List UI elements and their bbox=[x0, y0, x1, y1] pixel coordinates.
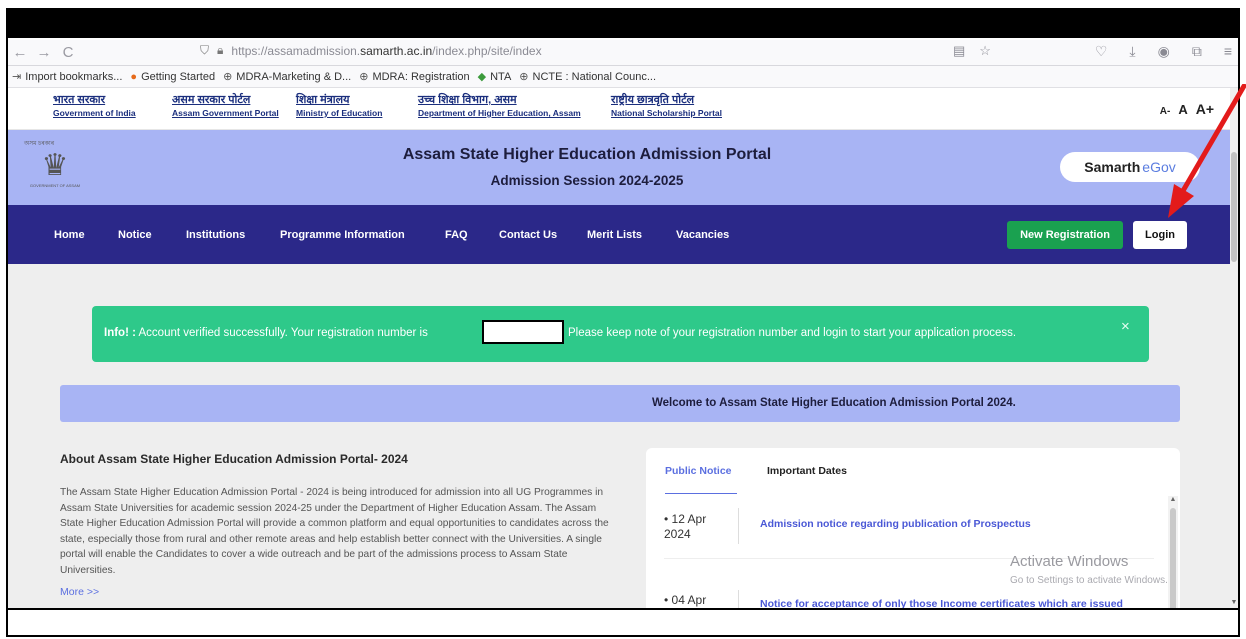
welcome-banner: Welcome to Assam State Higher Education … bbox=[60, 385, 1180, 422]
extensions-icon[interactable]: ⧉ bbox=[1192, 43, 1202, 60]
main-content: Info! : Account verified successfully. Y… bbox=[8, 264, 1230, 622]
main-nav: Home Notice Institutions Programme Infor… bbox=[8, 205, 1230, 264]
scroll-down-icon[interactable]: ▼ bbox=[1230, 599, 1238, 606]
notice-card: Public Notice Important Dates • 12 Apr 2… bbox=[646, 448, 1180, 622]
bookmark-mdra-registration[interactable]: ⊕ MDRA: Registration bbox=[359, 70, 469, 84]
url-prefix: https://assamadmission. bbox=[231, 43, 361, 58]
alert-message: Account verified successfully. Your regi… bbox=[138, 327, 428, 339]
notice-scrollbar[interactable]: ▲ bbox=[1168, 496, 1178, 618]
activate-windows-subtext: Go to Settings to activate Windows. bbox=[1010, 575, 1168, 586]
tab-public-notice[interactable]: Public Notice bbox=[665, 465, 732, 477]
nav-programme-information[interactable]: Programme Information bbox=[280, 229, 405, 241]
success-alert: Info! : Account verified successfully. Y… bbox=[92, 306, 1149, 362]
alert-message-continued: Please keep note of your registration nu… bbox=[568, 327, 1017, 339]
page-title: Assam State Higher Education Admission P… bbox=[402, 146, 772, 163]
redaction-bar-top bbox=[6, 8, 1240, 38]
nav-faq[interactable]: FAQ bbox=[445, 229, 468, 241]
firefox-icon: ● bbox=[130, 70, 138, 83]
nav-contact-us[interactable]: Contact Us bbox=[499, 229, 557, 241]
shield-icon: ⛉ bbox=[200, 43, 210, 57]
url-path: /index.php/site/index bbox=[432, 43, 542, 58]
tab-important-dates[interactable]: Important Dates bbox=[767, 465, 847, 477]
menu-icon[interactable]: ≡ bbox=[1224, 43, 1232, 60]
redaction-box-bottom bbox=[6, 608, 1240, 637]
admission-session: Admission Session 2024-2025 bbox=[490, 173, 684, 188]
notice-link[interactable]: Admission notice regarding publication o… bbox=[760, 518, 1031, 530]
nav-institutions[interactable]: Institutions bbox=[186, 229, 245, 241]
nav-home[interactable]: Home bbox=[54, 229, 85, 241]
address-bar[interactable]: ⛉ 🔒︎ https://assamadmission. samarth.ac.i… bbox=[200, 43, 542, 58]
back-icon[interactable]: ← bbox=[8, 44, 32, 61]
gov-link-assam[interactable]: असम सरकार पोर्टल Assam Government Portal bbox=[172, 94, 279, 120]
reader-view-icon[interactable]: ▤ bbox=[953, 43, 965, 59]
activate-windows-watermark: Activate Windows bbox=[1010, 553, 1129, 570]
about-body: The Assam State Higher Education Admissi… bbox=[60, 487, 609, 576]
active-tab-indicator bbox=[665, 493, 737, 494]
nav-merit-lists[interactable]: Merit Lists bbox=[587, 229, 642, 241]
forward-icon[interactable]: → bbox=[32, 44, 56, 61]
alert-lead: Info! : bbox=[104, 327, 136, 339]
government-links-strip: भारत सरकार Government of India असम सरकार … bbox=[8, 88, 1230, 130]
site-banner: অসম চৰকাৰ ♛ GOVERNMENT OF ASSAM Assam St… bbox=[8, 130, 1230, 205]
bookmark-star-icon[interactable]: ☆ bbox=[979, 43, 991, 59]
welcome-text: Welcome to Assam State Higher Education … bbox=[652, 397, 1016, 409]
about-title: About Assam State Higher Education Admis… bbox=[60, 452, 408, 466]
bookmarks-bar: ⇥ Import bookmarks... ● Getting Started ⊕ M… bbox=[8, 66, 1238, 88]
bookmark-ncte[interactable]: ⊕ NCTE : National Counc... bbox=[519, 70, 656, 84]
nav-vacancies[interactable]: Vacancies bbox=[676, 229, 729, 241]
globe-icon: ⊕ bbox=[359, 71, 369, 83]
download-icon[interactable]: ⤓ bbox=[1129, 43, 1135, 60]
scroll-up-icon[interactable]: ▲ bbox=[1168, 496, 1178, 503]
gov-link-higher-education-assam[interactable]: उच्च शिक्षा विभाग, असम Department of High… bbox=[418, 94, 581, 120]
new-registration-button[interactable]: New Registration bbox=[1007, 221, 1123, 249]
gov-link-scholarship-portal[interactable]: राष्ट्रीय छात्रवृति पोर्टल National Schol… bbox=[611, 94, 722, 120]
globe-icon: ⊕ bbox=[223, 71, 233, 83]
globe-icon: ⊕ bbox=[519, 71, 529, 83]
more-link[interactable]: More >> bbox=[60, 586, 99, 598]
bookmark-import[interactable]: ⇥ Import bookmarks... bbox=[12, 70, 122, 84]
notice-date: • 12 Apr 2024 bbox=[664, 512, 707, 541]
redacted-registration-number bbox=[482, 320, 564, 344]
nta-icon: ◆ bbox=[477, 71, 487, 83]
gov-link-india[interactable]: भारत सरकार Government of India bbox=[53, 94, 136, 120]
bookmark-getting-started[interactable]: ● Getting Started bbox=[130, 71, 215, 83]
annotation-arrow-icon bbox=[1168, 84, 1246, 218]
import-icon: ⇥ bbox=[12, 71, 22, 83]
notice-scroll-thumb[interactable] bbox=[1170, 508, 1176, 618]
bookmark-nta[interactable]: ◆ NTA bbox=[477, 70, 512, 84]
login-button[interactable]: Login bbox=[1133, 221, 1187, 249]
account-icon[interactable]: ◉ bbox=[1158, 43, 1170, 60]
gov-link-education-ministry[interactable]: शिक्षा मंत्रालय Ministry of Education bbox=[296, 94, 382, 120]
notice-divider bbox=[738, 508, 739, 544]
reload-icon[interactable]: C bbox=[56, 44, 80, 61]
lock-icon: 🔒︎ bbox=[217, 43, 224, 57]
bookmark-mdra-marketing[interactable]: ⊕ MDRA-Marketing & D... bbox=[223, 70, 351, 84]
nav-notice[interactable]: Notice bbox=[118, 229, 152, 241]
pocket-icon[interactable]: ♡ bbox=[1095, 43, 1108, 60]
close-icon[interactable]: × bbox=[1121, 318, 1130, 335]
url-host: samarth.ac.in bbox=[360, 43, 433, 58]
browser-toolbar: ← → C ⛉ 🔒︎ https://assamadmission. samart… bbox=[8, 40, 1238, 66]
